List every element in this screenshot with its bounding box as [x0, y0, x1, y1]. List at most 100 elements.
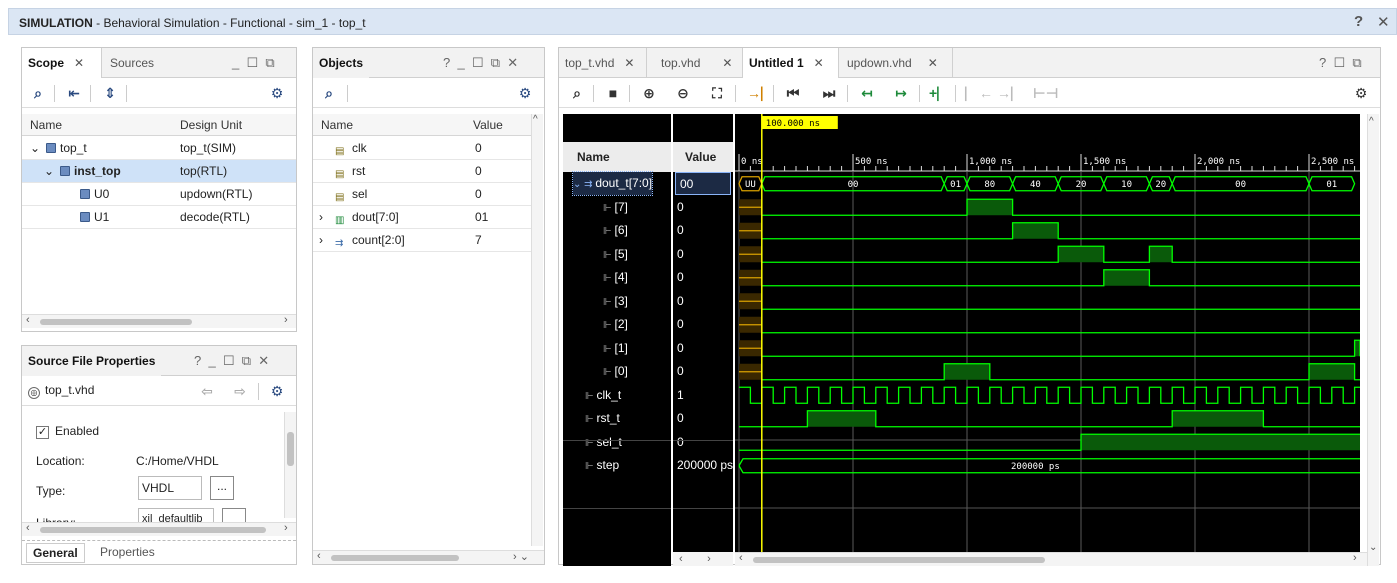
swap-cursors-icon[interactable]: ⊢⊣ [1033, 83, 1059, 103]
object-row-dout[interactable]: › ▥ dout[7:0] 01 [313, 206, 531, 229]
high-fill [1354, 340, 1360, 357]
zoom-in-icon[interactable]: ⊕ [639, 83, 659, 103]
window-controls[interactable]: ? _ ☐ ⧉ ✕ [443, 48, 518, 78]
help-icon[interactable]: ? [1354, 13, 1363, 30]
signal-name[interactable]: ⊩ [5] [603, 243, 628, 266]
close-icon[interactable]: ✕ [722, 56, 732, 70]
forward-arrow-icon[interactable]: ⇨ [230, 381, 250, 401]
wave-tabs: top_t.vhd ✕ top.vhd ✕ Untitled 1 ✕ updown.v… [559, 48, 1380, 78]
previous-transition-icon[interactable]: ↤ [857, 83, 877, 103]
input-port-icon: ▤ [335, 146, 345, 157]
high-fill [1172, 410, 1264, 427]
chevron-right-icon[interactable]: › [319, 206, 323, 229]
signal-name[interactable]: ⊩ [3] [603, 290, 628, 313]
tab-top-vhd[interactable]: top.vhd ✕ [655, 48, 743, 78]
objects-hscroll[interactable]: ‹ › ⌄ [313, 550, 544, 564]
object-row-sel[interactable]: ▤ sel 0 [313, 183, 531, 206]
browse-button[interactable]: ... [210, 476, 234, 500]
scope-hscroll[interactable]: ‹ › [22, 314, 296, 328]
tab-sources[interactable]: Sources [104, 48, 160, 78]
bus-value-label: 00 [1235, 180, 1246, 190]
collapse-all-icon[interactable]: ⇤ [64, 83, 84, 103]
search-icon[interactable]: ⌕ [567, 83, 587, 103]
go-to-end-icon[interactable]: ⏭ [819, 83, 839, 103]
add-marker-icon[interactable]: +⎸ [929, 83, 951, 103]
time-tick-label: 500 ns [855, 157, 888, 167]
wave-hscroll[interactable]: ‹ › [735, 552, 1367, 566]
close-icon[interactable]: ✕ [624, 56, 634, 70]
object-row-rst[interactable]: ▤ rst 0 [313, 160, 531, 183]
gear-icon[interactable]: ⚙ [267, 83, 287, 103]
scope-row-top-t[interactable]: ⌄ top_t top_t(SIM) [22, 137, 296, 160]
window-controls[interactable]: ? _ ☐ ⧉ ✕ [194, 346, 269, 376]
expand-all-icon[interactable]: ⇕ [100, 83, 120, 103]
waveform-svg[interactable]: 0 ns 500 ns 1,000 ns 1,500 ns 2,000 ns 2,500 … [735, 114, 1360, 566]
close-icon[interactable]: ✕ [74, 56, 84, 70]
high-fill [1058, 246, 1104, 263]
scope-row-u1[interactable]: U1 decode(RTL) [22, 206, 296, 229]
bus-value-label: 01 [950, 180, 961, 190]
enabled-checkbox[interactable]: ✓ Enabled [36, 424, 99, 439]
close-icon[interactable]: ✕ [1377, 13, 1390, 31]
go-to-start-icon[interactable]: ⏮ [783, 83, 803, 103]
signal-name[interactable]: ⊩ [1] [603, 337, 628, 360]
tab-scope[interactable]: Scope ✕ [22, 48, 102, 78]
scope-row-u0[interactable]: U0 updown(RTL) [22, 183, 296, 206]
chevron-down-icon[interactable]: ⌄ [30, 137, 40, 160]
tab-top-t-vhd[interactable]: top_t.vhd ✕ [559, 48, 647, 78]
signal-name[interactable]: ⊩ step [585, 454, 619, 477]
signal-value: 0 [677, 317, 684, 331]
gear-icon[interactable]: ⚙ [1351, 83, 1371, 103]
bus-value-label: 40 [1030, 180, 1041, 190]
waveform-canvas[interactable]: 0 ns 500 ns 1,000 ns 1,500 ns 2,000 ns 2,500 … [735, 114, 1360, 566]
value-hscroll[interactable]: ‹ › [673, 552, 733, 566]
window-controls[interactable]: _ ☐ ⧉ [232, 48, 275, 78]
gear-icon[interactable]: ⚙ [267, 381, 287, 401]
high-fill [1149, 246, 1173, 263]
sfp-hscroll[interactable]: ‹ › [22, 522, 296, 536]
scope-row-inst-top[interactable]: ⌄ inst_top top(RTL) [22, 160, 296, 183]
zoom-fit-icon[interactable]: ⛶ [707, 83, 727, 103]
next-marker-icon[interactable]: →⎸ [997, 83, 1025, 103]
checkbox-icon[interactable]: ✓ [36, 426, 49, 439]
signal-value: 0 [677, 411, 684, 425]
chevron-down-icon[interactable]: ⌄ [44, 160, 54, 183]
objects-vscroll[interactable]: ^ [531, 114, 543, 546]
signal-name[interactable]: ⊩ rst_t [585, 407, 620, 430]
chevron-right-icon[interactable]: › [319, 229, 323, 252]
close-icon[interactable]: ✕ [928, 56, 938, 70]
next-transition-icon[interactable]: ↦ [891, 83, 911, 103]
signal-name[interactable]: ⊩ [4] [603, 266, 628, 289]
search-icon[interactable]: ⌕ [319, 83, 339, 103]
signal-dout-t[interactable]: ⌄ ⇉ dout_t[7:0] [571, 171, 654, 196]
signal-name[interactable]: ⊩ sel_t [585, 431, 622, 454]
step-value-label: 200000 ps [1011, 462, 1060, 472]
wave-vscroll[interactable]: ^ ⌄ [1367, 114, 1379, 566]
tab-general[interactable]: General [26, 543, 85, 563]
signal-icon: ⊩ [585, 414, 597, 425]
previous-marker-icon[interactable]: ⎸← [965, 83, 993, 103]
signal-name[interactable]: ⊩ clk_t [585, 384, 621, 407]
go-to-cursor-icon[interactable]: →⎸ [747, 83, 775, 103]
time-tick-label: 1,000 ns [969, 157, 1012, 167]
signal-name[interactable]: ⊩ [2] [603, 313, 628, 336]
gear-icon[interactable]: ⚙ [515, 83, 535, 103]
signal-name[interactable]: ⊩ [0] [603, 360, 628, 383]
save-icon[interactable]: ■ [603, 83, 623, 103]
tab-untitled-1[interactable]: Untitled 1 ✕ [743, 48, 839, 78]
zoom-out-icon[interactable]: ⊖ [673, 83, 693, 103]
object-row-clk[interactable]: ▤ clk 0 [313, 137, 531, 160]
close-icon[interactable]: ✕ [814, 56, 824, 70]
signal-name[interactable]: ⊩ [7] [603, 196, 628, 219]
sfp-vscroll[interactable] [284, 412, 296, 518]
type-field[interactable]: VHDL [138, 476, 202, 500]
back-arrow-icon[interactable]: ⇦ [197, 381, 217, 401]
window-controls[interactable]: ? ☐ ⧉ [1319, 48, 1362, 78]
search-icon[interactable]: ⌕ [28, 83, 48, 103]
object-row-count[interactable]: › ⇉ count[2:0] 7 [313, 229, 531, 252]
high-fill [967, 199, 1013, 216]
signal-value: 1 [677, 387, 684, 402]
signal-name[interactable]: ⊩ [6] [603, 219, 628, 242]
tab-updown-vhd[interactable]: updown.vhd ✕ [841, 48, 953, 78]
tab-properties[interactable]: Properties [100, 545, 155, 559]
